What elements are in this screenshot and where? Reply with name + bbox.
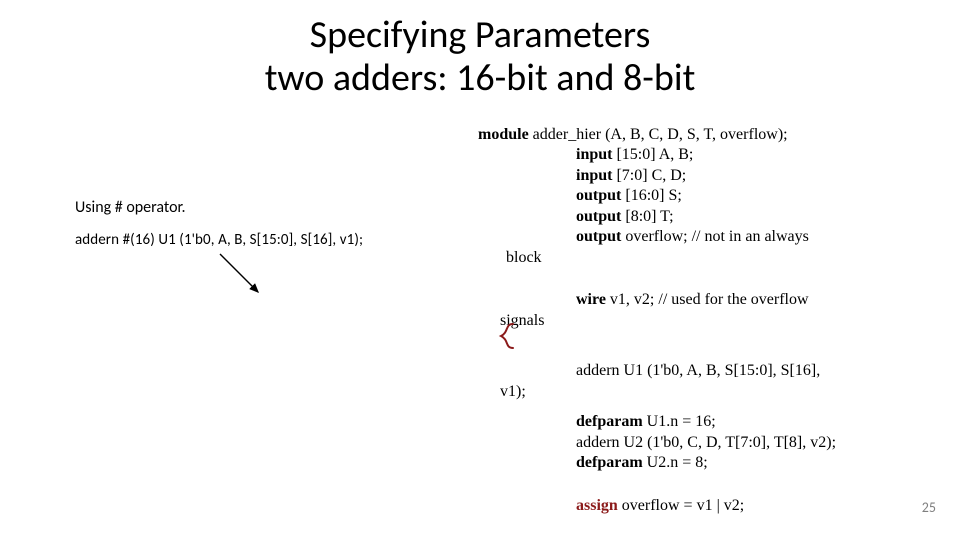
port-output-3: output overflow; // not in an always <box>478 227 930 247</box>
output-2-rest: [8:0] T; <box>621 208 673 225</box>
kw-output-3: output <box>576 228 621 245</box>
slide-title: Specifying Parameters two adders: 16-bit… <box>0 14 960 99</box>
instantiation-sharp-line: addern #(16) U1 (1'b0, A, B, S[15:0], S[… <box>75 231 455 249</box>
kw-wire: wire <box>576 291 606 308</box>
port-input-2: input [7:0] C, D; <box>478 166 930 186</box>
kw-output-2: output <box>576 208 621 225</box>
wire-decl: wire v1, v2; // used for the overflow <box>478 290 930 310</box>
wire-rest: v1, v2; // used for the overflow <box>606 291 809 308</box>
kw-input-1: input <box>576 146 612 163</box>
title-line-1: Specifying Parameters <box>310 12 651 58</box>
input-2-rest: [7:0] C, D; <box>612 167 686 184</box>
module-decl: module adder_hier (A, B, C, D, S, T, ove… <box>478 125 930 145</box>
assign-line: assign overflow = v1 | v2; <box>478 496 930 516</box>
left-column: Using # operator. addern #(16) U1 (1'b0,… <box>75 198 455 249</box>
kw-defparam-2: defparam <box>576 454 643 471</box>
defparam-u1: defparam U1.n = 16; <box>478 412 930 432</box>
kw-output-1: output <box>576 187 621 204</box>
port-output-1: output [16:0] S; <box>478 186 930 206</box>
arrow-icon <box>214 248 274 308</box>
port-output-2: output [8:0] T; <box>478 207 930 227</box>
module-sig: adder_hier (A, B, C, D, S, T, overflow); <box>529 126 788 143</box>
kw-input-2: input <box>576 167 612 184</box>
assign-rest: overflow = v1 | v2; <box>618 497 744 514</box>
right-column: module adder_hier (A, B, C, D, S, T, ove… <box>478 125 930 516</box>
title-line-2: two adders: 16-bit and 8-bit <box>265 55 696 101</box>
inst-u1: addern U1 (1'b0, A, B, S[15:0], S[16], <box>478 361 930 381</box>
using-operator-text: Using # operator. <box>75 198 455 217</box>
kw-module: module <box>478 126 529 143</box>
defp1-rest: U1.n = 16; <box>643 413 716 430</box>
output-1-rest: [16:0] S; <box>621 187 681 204</box>
inst-u2: addern U2 (1'b0, C, D, T[7:0], T[8], v2)… <box>478 433 930 453</box>
port-input-1: input [15:0] A, B; <box>478 145 930 165</box>
output-3-rest: overflow; // not in an always <box>621 228 809 245</box>
inst-u1-tail: v1); <box>478 382 930 402</box>
input-1-rest: [15:0] A, B; <box>612 146 693 163</box>
page-number: 25 <box>922 499 936 516</box>
kw-defparam-1: defparam <box>576 413 643 430</box>
defp2-rest: U2.n = 8; <box>643 454 708 471</box>
kw-assign: assign <box>576 497 618 514</box>
block-word: block <box>478 248 930 268</box>
defparam-u2: defparam U2.n = 8; <box>478 453 930 473</box>
signals-word: signals <box>478 311 930 331</box>
